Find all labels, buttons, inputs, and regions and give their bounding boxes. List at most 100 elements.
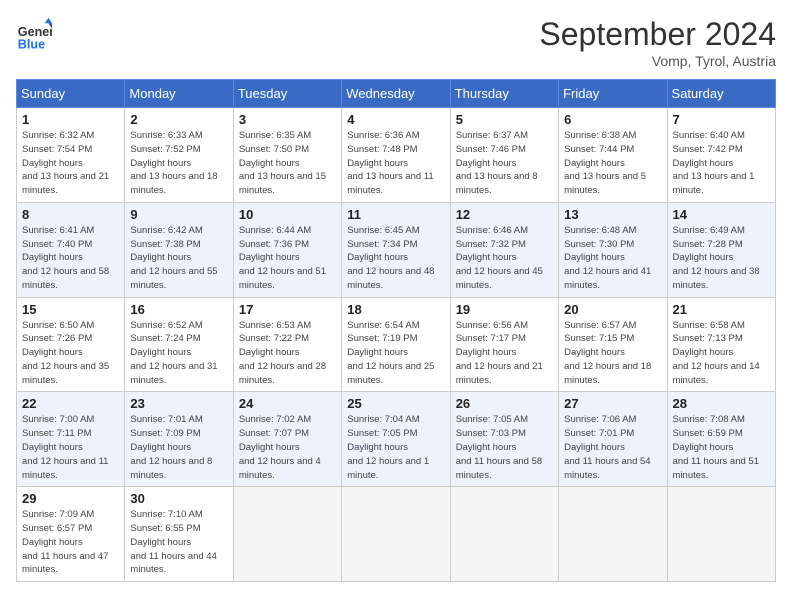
day-number: 3	[239, 112, 336, 127]
calendar-cell: 8 Sunrise: 6:41 AMSunset: 7:40 PMDayligh…	[17, 202, 125, 297]
day-number: 23	[130, 396, 227, 411]
calendar-cell: 22 Sunrise: 7:00 AMSunset: 7:11 PMDaylig…	[17, 392, 125, 487]
calendar-cell: 19 Sunrise: 6:56 AMSunset: 7:17 PMDaylig…	[450, 297, 558, 392]
logo-icon: General Blue	[16, 16, 52, 52]
day-detail: Sunrise: 6:52 AMSunset: 7:24 PMDaylight …	[130, 319, 227, 388]
calendar-week-5: 29 Sunrise: 7:09 AMSunset: 6:57 PMDaylig…	[17, 487, 776, 582]
day-number: 15	[22, 302, 119, 317]
calendar-header-row: SundayMondayTuesdayWednesdayThursdayFrid…	[17, 80, 776, 108]
day-detail: Sunrise: 7:06 AMSunset: 7:01 PMDaylight …	[564, 413, 661, 482]
calendar-cell: 12 Sunrise: 6:46 AMSunset: 7:32 PMDaylig…	[450, 202, 558, 297]
day-detail: Sunrise: 6:35 AMSunset: 7:50 PMDaylight …	[239, 129, 336, 198]
calendar-cell: 5 Sunrise: 6:37 AMSunset: 7:46 PMDayligh…	[450, 108, 558, 203]
day-number: 18	[347, 302, 444, 317]
calendar-cell: 20 Sunrise: 6:57 AMSunset: 7:15 PMDaylig…	[559, 297, 667, 392]
col-header-friday: Friday	[559, 80, 667, 108]
day-detail: Sunrise: 7:01 AMSunset: 7:09 PMDaylight …	[130, 413, 227, 482]
day-detail: Sunrise: 6:48 AMSunset: 7:30 PMDaylight …	[564, 224, 661, 293]
day-number: 6	[564, 112, 661, 127]
calendar-cell	[667, 487, 775, 582]
day-number: 1	[22, 112, 119, 127]
day-detail: Sunrise: 6:33 AMSunset: 7:52 PMDaylight …	[130, 129, 227, 198]
col-header-saturday: Saturday	[667, 80, 775, 108]
day-detail: Sunrise: 6:50 AMSunset: 7:26 PMDaylight …	[22, 319, 119, 388]
calendar-cell: 24 Sunrise: 7:02 AMSunset: 7:07 PMDaylig…	[233, 392, 341, 487]
day-detail: Sunrise: 6:45 AMSunset: 7:34 PMDaylight …	[347, 224, 444, 293]
calendar-table: SundayMondayTuesdayWednesdayThursdayFrid…	[16, 79, 776, 582]
calendar-week-2: 8 Sunrise: 6:41 AMSunset: 7:40 PMDayligh…	[17, 202, 776, 297]
calendar-cell	[559, 487, 667, 582]
day-detail: Sunrise: 6:58 AMSunset: 7:13 PMDaylight …	[673, 319, 770, 388]
day-number: 2	[130, 112, 227, 127]
day-detail: Sunrise: 7:05 AMSunset: 7:03 PMDaylight …	[456, 413, 553, 482]
day-detail: Sunrise: 6:38 AMSunset: 7:44 PMDaylight …	[564, 129, 661, 198]
day-number: 8	[22, 207, 119, 222]
col-header-tuesday: Tuesday	[233, 80, 341, 108]
calendar-cell: 7 Sunrise: 6:40 AMSunset: 7:42 PMDayligh…	[667, 108, 775, 203]
day-detail: Sunrise: 7:10 AMSunset: 6:55 PMDaylight …	[130, 508, 227, 577]
day-detail: Sunrise: 6:40 AMSunset: 7:42 PMDaylight …	[673, 129, 770, 198]
day-detail: Sunrise: 6:49 AMSunset: 7:28 PMDaylight …	[673, 224, 770, 293]
logo: General Blue	[16, 16, 52, 52]
day-detail: Sunrise: 7:04 AMSunset: 7:05 PMDaylight …	[347, 413, 444, 482]
day-number: 12	[456, 207, 553, 222]
calendar-cell	[342, 487, 450, 582]
day-detail: Sunrise: 6:41 AMSunset: 7:40 PMDaylight …	[22, 224, 119, 293]
calendar-cell: 25 Sunrise: 7:04 AMSunset: 7:05 PMDaylig…	[342, 392, 450, 487]
svg-text:Blue: Blue	[18, 37, 45, 51]
calendar-cell: 16 Sunrise: 6:52 AMSunset: 7:24 PMDaylig…	[125, 297, 233, 392]
day-number: 24	[239, 396, 336, 411]
day-number: 20	[564, 302, 661, 317]
month-title: September 2024	[539, 16, 776, 53]
day-detail: Sunrise: 6:53 AMSunset: 7:22 PMDaylight …	[239, 319, 336, 388]
day-detail: Sunrise: 6:32 AMSunset: 7:54 PMDaylight …	[22, 129, 119, 198]
day-detail: Sunrise: 6:54 AMSunset: 7:19 PMDaylight …	[347, 319, 444, 388]
calendar-cell	[450, 487, 558, 582]
day-number: 26	[456, 396, 553, 411]
day-number: 9	[130, 207, 227, 222]
day-detail: Sunrise: 6:36 AMSunset: 7:48 PMDaylight …	[347, 129, 444, 198]
day-number: 11	[347, 207, 444, 222]
calendar-cell: 27 Sunrise: 7:06 AMSunset: 7:01 PMDaylig…	[559, 392, 667, 487]
day-detail: Sunrise: 7:08 AMSunset: 6:59 PMDaylight …	[673, 413, 770, 482]
calendar-week-4: 22 Sunrise: 7:00 AMSunset: 7:11 PMDaylig…	[17, 392, 776, 487]
calendar-cell: 2 Sunrise: 6:33 AMSunset: 7:52 PMDayligh…	[125, 108, 233, 203]
day-number: 28	[673, 396, 770, 411]
day-number: 10	[239, 207, 336, 222]
calendar-cell: 11 Sunrise: 6:45 AMSunset: 7:34 PMDaylig…	[342, 202, 450, 297]
day-detail: Sunrise: 7:00 AMSunset: 7:11 PMDaylight …	[22, 413, 119, 482]
calendar-cell: 23 Sunrise: 7:01 AMSunset: 7:09 PMDaylig…	[125, 392, 233, 487]
calendar-cell: 3 Sunrise: 6:35 AMSunset: 7:50 PMDayligh…	[233, 108, 341, 203]
day-number: 5	[456, 112, 553, 127]
calendar-cell: 10 Sunrise: 6:44 AMSunset: 7:36 PMDaylig…	[233, 202, 341, 297]
day-detail: Sunrise: 6:42 AMSunset: 7:38 PMDaylight …	[130, 224, 227, 293]
day-number: 27	[564, 396, 661, 411]
day-number: 7	[673, 112, 770, 127]
day-detail: Sunrise: 6:46 AMSunset: 7:32 PMDaylight …	[456, 224, 553, 293]
calendar-cell: 1 Sunrise: 6:32 AMSunset: 7:54 PMDayligh…	[17, 108, 125, 203]
day-detail: Sunrise: 7:02 AMSunset: 7:07 PMDaylight …	[239, 413, 336, 482]
day-detail: Sunrise: 6:44 AMSunset: 7:36 PMDaylight …	[239, 224, 336, 293]
day-detail: Sunrise: 7:09 AMSunset: 6:57 PMDaylight …	[22, 508, 119, 577]
calendar-cell: 15 Sunrise: 6:50 AMSunset: 7:26 PMDaylig…	[17, 297, 125, 392]
calendar-week-1: 1 Sunrise: 6:32 AMSunset: 7:54 PMDayligh…	[17, 108, 776, 203]
page-header: General Blue September 2024 Vomp, Tyrol,…	[16, 16, 776, 69]
day-detail: Sunrise: 6:56 AMSunset: 7:17 PMDaylight …	[456, 319, 553, 388]
day-number: 17	[239, 302, 336, 317]
day-detail: Sunrise: 6:37 AMSunset: 7:46 PMDaylight …	[456, 129, 553, 198]
col-header-wednesday: Wednesday	[342, 80, 450, 108]
calendar-cell	[233, 487, 341, 582]
col-header-thursday: Thursday	[450, 80, 558, 108]
day-number: 25	[347, 396, 444, 411]
day-number: 29	[22, 491, 119, 506]
day-number: 13	[564, 207, 661, 222]
calendar-cell: 30 Sunrise: 7:10 AMSunset: 6:55 PMDaylig…	[125, 487, 233, 582]
calendar-cell: 29 Sunrise: 7:09 AMSunset: 6:57 PMDaylig…	[17, 487, 125, 582]
calendar-cell: 13 Sunrise: 6:48 AMSunset: 7:30 PMDaylig…	[559, 202, 667, 297]
calendar-cell: 18 Sunrise: 6:54 AMSunset: 7:19 PMDaylig…	[342, 297, 450, 392]
calendar-cell: 9 Sunrise: 6:42 AMSunset: 7:38 PMDayligh…	[125, 202, 233, 297]
calendar-cell: 28 Sunrise: 7:08 AMSunset: 6:59 PMDaylig…	[667, 392, 775, 487]
col-header-monday: Monday	[125, 80, 233, 108]
day-number: 19	[456, 302, 553, 317]
calendar-week-3: 15 Sunrise: 6:50 AMSunset: 7:26 PMDaylig…	[17, 297, 776, 392]
